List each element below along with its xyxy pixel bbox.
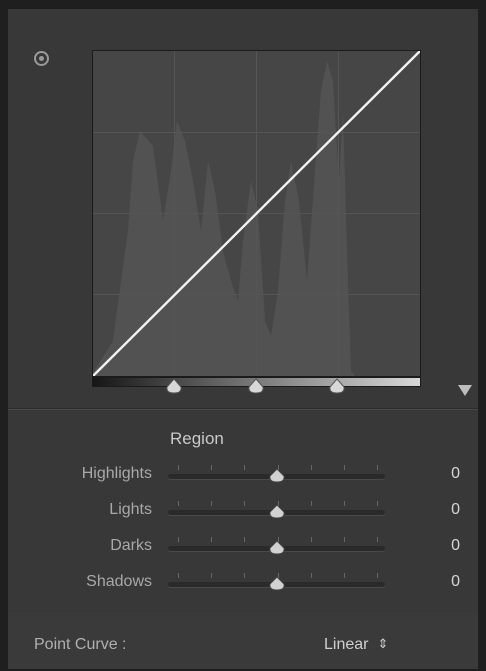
midtones-split-handle[interactable] <box>247 378 265 394</box>
lights-slider-row: Lights 0 <box>8 499 478 527</box>
highlights-value[interactable]: 0 <box>451 465 460 483</box>
point-curve-label: Point Curve : <box>34 636 127 653</box>
section-divider-highlight <box>8 409 478 410</box>
highlights-label: Highlights <box>81 465 152 482</box>
region-title: Region <box>170 429 224 448</box>
histogram-shape <box>93 61 355 376</box>
up-down-stepper-icon: ⇕ <box>377 636 389 651</box>
tone-curve-svg <box>93 51 420 376</box>
highlights-split-handle[interactable] <box>328 378 346 394</box>
point-curve-select[interactable]: Linear ⇕ <box>324 636 388 654</box>
triangle-down-icon[interactable] <box>458 385 472 396</box>
lights-slider-thumb[interactable] <box>268 504 286 519</box>
point-curve-value: Linear <box>324 636 369 653</box>
shadows-value[interactable]: 0 <box>451 573 460 591</box>
tone-curve-graph[interactable] <box>92 50 421 377</box>
darks-slider-thumb[interactable] <box>268 540 286 555</box>
highlights-slider-row: Highlights 0 <box>8 463 478 491</box>
point-curve-bar: Point Curve : Linear ⇕ <box>8 612 478 669</box>
shadows-slider-row: Shadows 0 <box>8 571 478 599</box>
shadows-label: Shadows <box>86 573 152 590</box>
lights-value[interactable]: 0 <box>451 501 460 519</box>
shadows-split-handle[interactable] <box>165 378 183 394</box>
lights-label: Lights <box>109 501 152 518</box>
target-adjust-icon[interactable] <box>34 51 49 66</box>
darks-value[interactable]: 0 <box>451 537 460 555</box>
highlights-slider-thumb[interactable] <box>268 468 286 483</box>
darks-label: Darks <box>110 537 152 554</box>
darks-slider-row: Darks 0 <box>8 535 478 563</box>
shadows-slider-thumb[interactable] <box>268 576 286 591</box>
